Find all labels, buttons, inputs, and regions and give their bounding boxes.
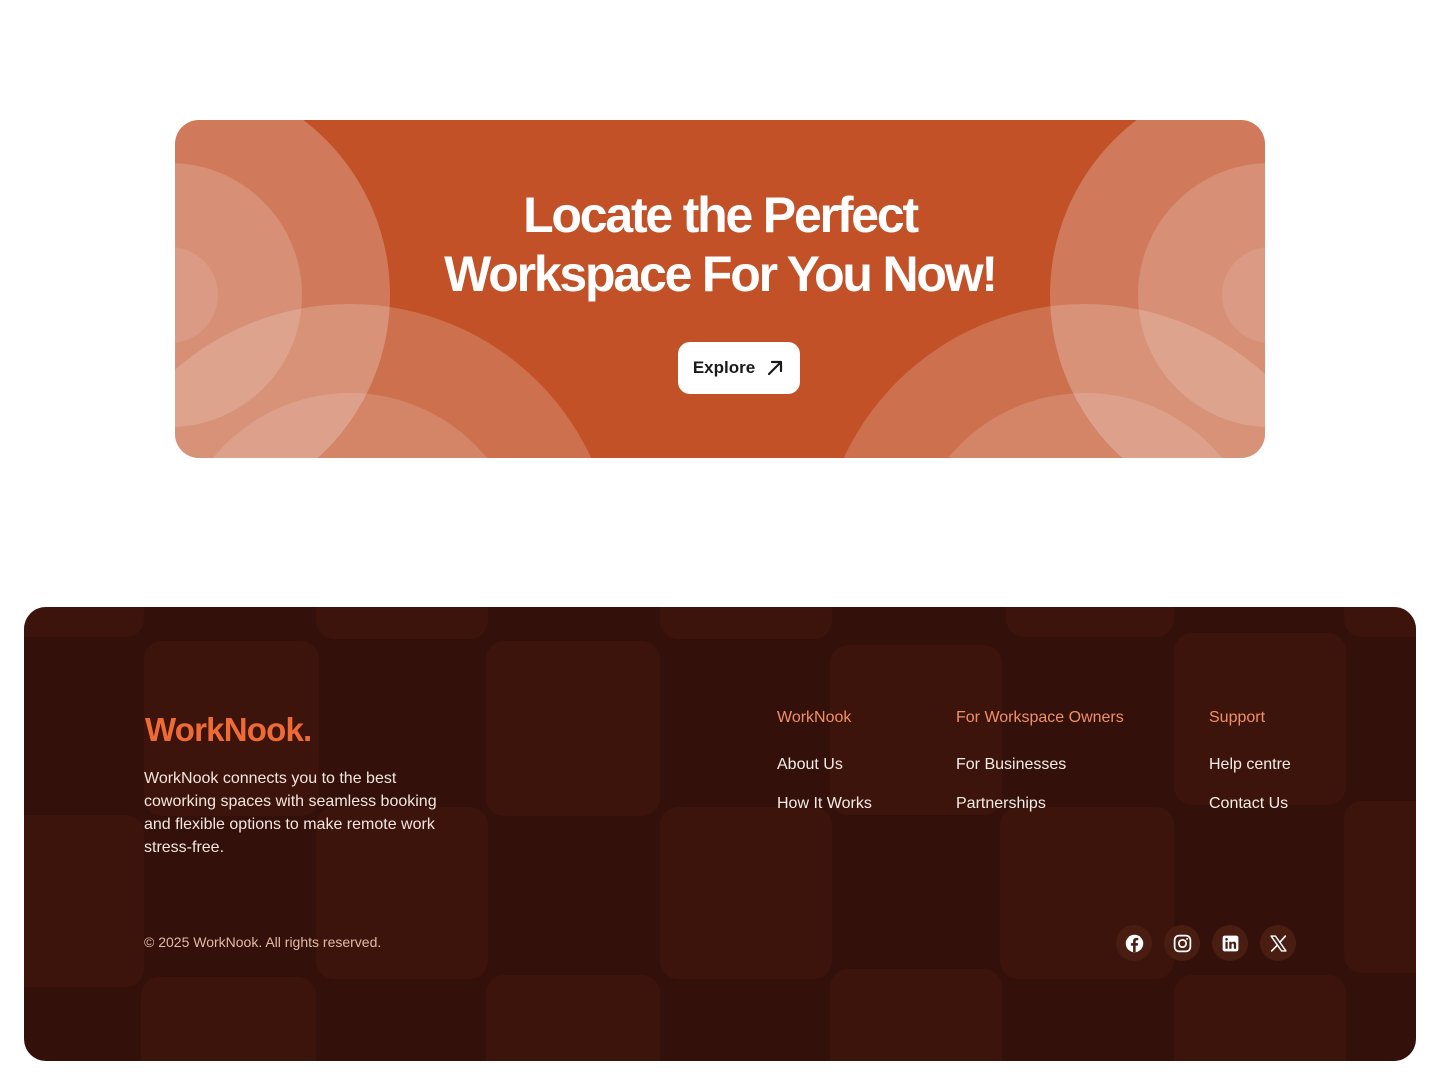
- footer-link-about-us[interactable]: About Us: [777, 755, 872, 775]
- arrow-up-right-icon: [765, 358, 785, 378]
- cta-heading: Locate the Perfect Workspace For You Now…: [175, 186, 1265, 304]
- footer-copyright: © 2025 WorkNook. All rights reserved.: [144, 934, 382, 950]
- facebook-icon: [1125, 934, 1143, 952]
- footer-column-heading: WorkNook: [777, 709, 852, 726]
- footer-column-support: Support Help centre Contact Us: [1209, 708, 1291, 833]
- footer-link-how-it-works[interactable]: How It Works: [777, 794, 872, 814]
- explore-button-label: Explore: [692, 358, 756, 377]
- footer-link-partnerships[interactable]: Partnerships: [956, 794, 1124, 814]
- instagram-link[interactable]: [1164, 925, 1200, 961]
- instagram-icon: [1173, 934, 1191, 952]
- footer-column-workspace-owners: For Workspace Owners For Businesses Part…: [956, 708, 1124, 833]
- explore-button[interactable]: Explore: [678, 342, 800, 394]
- footer-link-help-centre[interactable]: Help centre: [1209, 755, 1291, 775]
- site-footer: WorkNook. WorkNook connects you to the b…: [24, 607, 1416, 1061]
- footer-column-worknook: WorkNook About Us How It Works: [777, 708, 872, 833]
- footer-link-for-businesses[interactable]: For Businesses: [956, 755, 1124, 775]
- linkedin-icon: [1222, 935, 1238, 951]
- footer-column-heading: Support: [1209, 709, 1266, 726]
- cta-banner: Locate the Perfect Workspace For You Now…: [175, 120, 1265, 458]
- footer-link-contact-us[interactable]: Contact Us: [1209, 794, 1291, 814]
- cta-heading-line-1: Locate the Perfect: [523, 187, 919, 243]
- cta-heading-line-2: Workspace For You Now!: [444, 246, 998, 302]
- x-icon: [1269, 934, 1287, 952]
- linkedin-link[interactable]: [1212, 925, 1248, 961]
- footer-column-heading: For Workspace Owners: [956, 709, 1124, 726]
- footer-brand-logo[interactable]: WorkNook.: [145, 711, 312, 749]
- x-twitter-link[interactable]: [1260, 925, 1296, 961]
- facebook-link[interactable]: [1116, 925, 1152, 961]
- footer-social-links: [1116, 925, 1296, 961]
- footer-description: WorkNook connects you to the best cowork…: [144, 770, 437, 856]
